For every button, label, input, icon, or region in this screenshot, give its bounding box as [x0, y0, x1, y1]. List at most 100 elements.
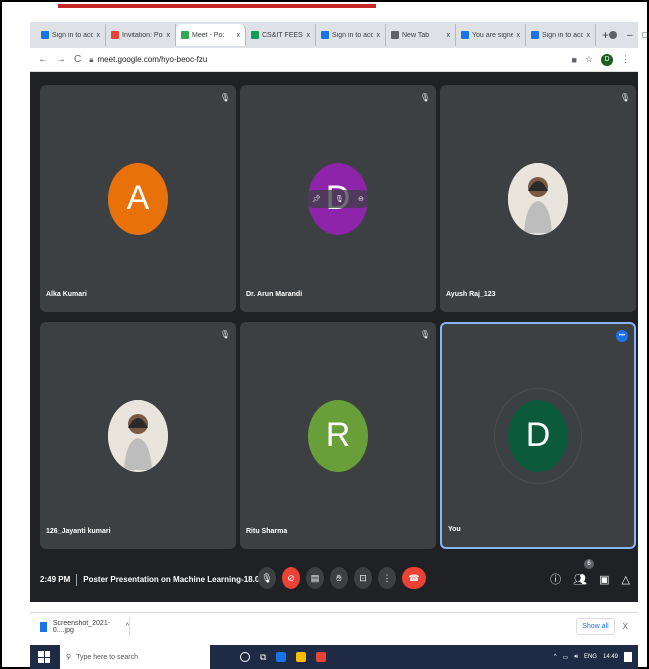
tab-close-button[interactable]: x: [377, 32, 381, 39]
mic-icon: 🎙︎: [261, 572, 273, 583]
network-icon[interactable]: ▭: [563, 654, 569, 661]
tray-chevron-icon[interactable]: ^: [554, 654, 557, 660]
mic-muted-icon: 🎙︎: [219, 330, 230, 339]
browser-tab[interactable]: Invitation: Post x: [106, 24, 176, 46]
participant-name: 126_Jayanti kumari: [46, 528, 111, 535]
lock-icon[interactable]: 🔒︎: [89, 55, 93, 65]
activities-icon[interactable]: △: [622, 573, 630, 586]
browser-tab[interactable]: CS&IT FEES COI x: [246, 24, 316, 46]
tile-more-options-button[interactable]: •••: [616, 330, 628, 342]
browser-tab[interactable]: New Tab x: [386, 24, 456, 46]
camera-in-use-icon[interactable]: ■: [571, 55, 576, 65]
chrome-icon[interactable]: [316, 652, 327, 662]
participant-tile[interactable]: ••• D You: [440, 322, 636, 549]
top-red-bar: [58, 4, 376, 8]
captions-button[interactable]: ▤: [306, 567, 324, 589]
notifications-icon[interactable]: [624, 652, 632, 662]
favicon-icon: [391, 31, 399, 39]
maximize-button[interactable]: □: [643, 30, 649, 41]
tab-close-button[interactable]: x: [237, 32, 241, 39]
task-view-icon[interactable]: ⧉: [260, 652, 266, 663]
participant-tile[interactable]: 🎙︎ Ayush Raj_123: [440, 85, 636, 312]
participant-tile[interactable]: 🎙︎D📌︎🎙︎⊖Dr. Arun Marandi: [240, 85, 436, 312]
volume-icon[interactable]: 🔊︎: [574, 654, 578, 661]
edge-icon[interactable]: [276, 652, 287, 662]
chevron-up-icon[interactable]: ^: [126, 623, 129, 630]
leave-call-button[interactable]: ☎︎: [402, 567, 426, 589]
download-shelf: Screenshot_2021-0....jpg ^ Show all X: [30, 612, 638, 640]
pin-icon[interactable]: 📌︎: [312, 195, 321, 203]
participant-avatar: R: [308, 399, 368, 472]
browser-menu-icon[interactable]: ⋮: [621, 54, 630, 65]
close-shelf-button[interactable]: X: [623, 622, 628, 631]
clock[interactable]: 14:49: [603, 654, 618, 660]
participant-count-badge: 6: [584, 559, 594, 569]
present-button[interactable]: ⊡: [354, 567, 372, 589]
hand-icon: ✋︎: [336, 572, 342, 583]
camera-off-button[interactable]: ⊘: [282, 567, 300, 589]
tab-title: Sign in to acce:: [52, 31, 93, 39]
favicon-icon: [461, 31, 469, 39]
captions-icon: ▤: [310, 572, 320, 583]
taskbar-search[interactable]: ⚲ Type here to search: [60, 645, 210, 669]
mic-muted-icon: 🎙︎: [619, 93, 630, 102]
participant-tile[interactable]: 🎙︎ R Ritu Sharma: [240, 322, 436, 549]
meet-stage: 🎙︎ A Alka Kumari 🎙︎ D 📌︎ 🎙︎ ⊖ Dr. Arun Marandi 🎙︎…: [30, 72, 638, 602]
more-options-button[interactable]: ⋮: [378, 567, 396, 589]
browser-tab[interactable]: Sign in to acce: x: [316, 24, 386, 46]
tab-close-button[interactable]: x: [97, 32, 101, 39]
browser-tab[interactable]: Meet - Po: x: [176, 24, 246, 46]
language-indicator[interactable]: ENG: [584, 654, 597, 660]
favicon-icon: [251, 31, 259, 39]
raise-hand-button[interactable]: ✋︎: [330, 567, 348, 589]
tab-title: Meet - Po:: [192, 31, 225, 39]
browser-tab[interactable]: You are signed x: [456, 24, 526, 46]
system-tray: ^ ▭ 🔊︎ ENG 14:49: [554, 652, 638, 662]
side-panel-controls: ⓘ 👥︎ ▣ △: [550, 571, 630, 587]
chrome-profile-icon[interactable]: [609, 31, 618, 39]
bookmark-star-icon[interactable]: ☆: [585, 54, 593, 65]
hang-up-icon: ☎︎: [408, 572, 420, 583]
download-item[interactable]: Screenshot_2021-0....jpg ^: [30, 616, 130, 637]
meet-control-bar: 2:49 PM Poster Presentation on Machine L…: [30, 557, 638, 602]
reload-icon[interactable]: C: [74, 54, 81, 65]
file-explorer-icon[interactable]: [296, 652, 307, 662]
cortana-icon[interactable]: [240, 652, 250, 662]
minimize-button[interactable]: –: [627, 30, 633, 41]
present-icon: ⊡: [359, 572, 367, 583]
windows-start-icon[interactable]: [38, 651, 50, 663]
more-vert-icon: ⋮: [382, 572, 392, 583]
tab-close-button[interactable]: x: [167, 32, 171, 39]
participant-avatar: D: [508, 399, 568, 472]
screenshot-frame: Sign in to acce:xInvitation: PostxMeet -…: [0, 0, 649, 669]
forward-icon[interactable]: →: [56, 54, 66, 65]
meeting-title: Poster Presentation on Machine Learning-…: [83, 575, 273, 584]
chat-icon[interactable]: ▣: [599, 573, 609, 586]
browser-tab[interactable]: Sign in to acce: x: [36, 24, 106, 46]
url-field[interactable]: meet.google.com/hyo-beoc-fzu: [98, 55, 208, 64]
show-all-button[interactable]: Show all: [576, 618, 615, 635]
tab-close-button[interactable]: x: [447, 32, 451, 39]
tab-close-button[interactable]: x: [587, 32, 591, 39]
participant-name: Alka Kumari: [46, 291, 87, 298]
participant-tile[interactable]: 🎙︎ A Alka Kumari: [40, 85, 236, 312]
new-tab-button[interactable]: +: [602, 28, 609, 42]
favicon-icon: [321, 31, 329, 39]
search-icon: ⚲: [66, 654, 72, 661]
call-controls: 🎙︎ ⊘ ▤ ✋︎ ⊡ ⋮ ☎︎: [258, 567, 426, 589]
mute-icon[interactable]: 🎙︎: [335, 195, 344, 203]
favicon-icon: [111, 31, 119, 39]
mic-button[interactable]: 🎙︎: [258, 567, 276, 589]
back-icon[interactable]: ←: [38, 54, 48, 65]
remove-icon[interactable]: ⊖: [358, 195, 364, 203]
divider: [76, 573, 78, 586]
camera-off-icon: ⊘: [287, 572, 295, 583]
browser-tab[interactable]: Sign in to acce: x: [526, 24, 596, 46]
profile-avatar[interactable]: D: [601, 53, 613, 66]
tab-close-button[interactable]: x: [307, 32, 311, 39]
meeting-details-icon[interactable]: ⓘ: [550, 571, 561, 587]
participant-tile[interactable]: 🎙︎ 126_Jayanti kumari: [40, 322, 236, 549]
tab-title: CS&IT FEES COI: [262, 31, 303, 39]
people-icon[interactable]: 👥︎: [573, 573, 587, 586]
tab-close-button[interactable]: x: [517, 32, 521, 39]
